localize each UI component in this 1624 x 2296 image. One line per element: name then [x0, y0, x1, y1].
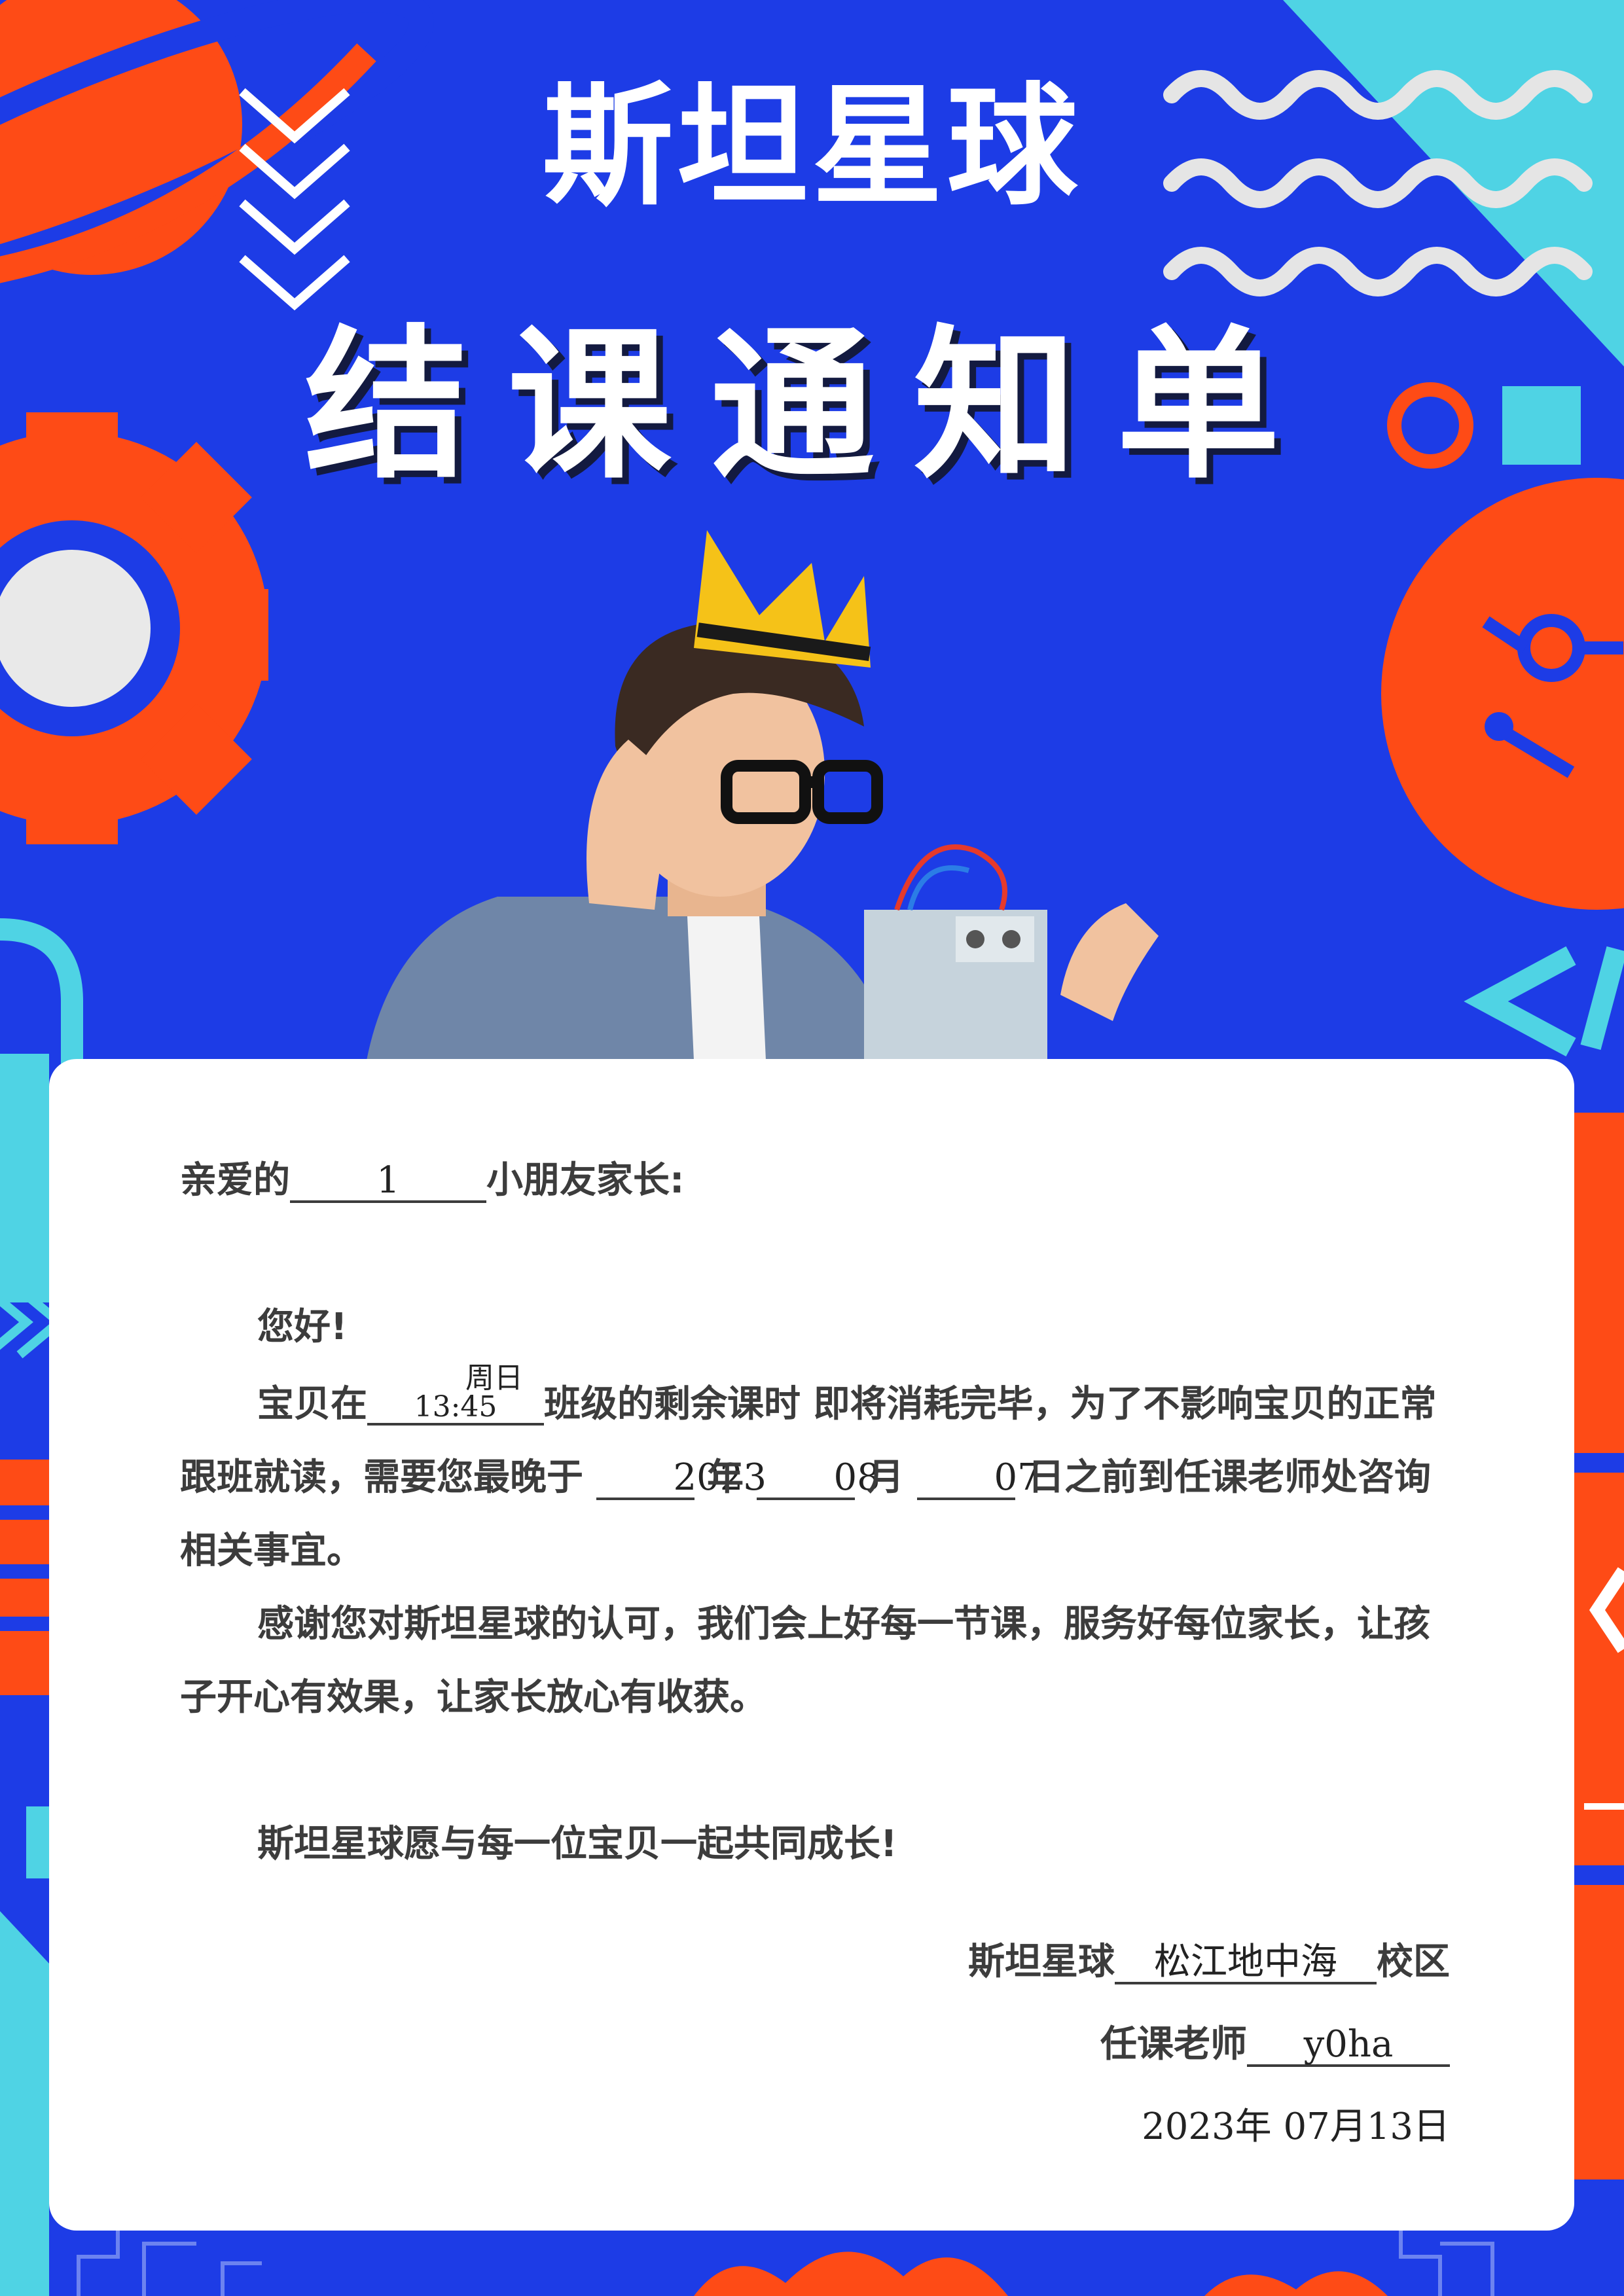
p1-prefix: 宝贝在: [257, 1383, 367, 1426]
deadline-day-field: 07: [916, 1460, 1041, 1500]
signature-teacher: 任课老师 y0ha: [1100, 2018, 1450, 2071]
signature-campus: 斯坦星球 松江地中海 校区: [968, 1936, 1450, 1988]
deadline-month-field: 08: [756, 1460, 880, 1500]
notice-card: 亲爱的 1 小朋友家长: 您好! 宝贝在周日 13:45 班级的剩余课时 即将消耗完毕…: [49, 1059, 1574, 2231]
notice-date: 2023年 07月13日: [1142, 2106, 1450, 2148]
signature-date: 2023年 07月13日: [1142, 2101, 1450, 2153]
paragraph-1: 宝贝在周日 13:45 班级的剩余课时 即将消耗完毕，为了不影响宝贝的正常跟班就读…: [180, 1364, 1450, 1588]
campus-suffix: 校区: [1377, 1941, 1450, 1983]
boy-with-robot-illustration: [367, 622, 1159, 1060]
brand-logo: 斯坦星球: [542, 71, 1082, 223]
circuit-circle-icon: [1381, 478, 1624, 910]
letter-body: 亲爱的 1 小朋友家长: 您好! 宝贝在周日 13:45 班级的剩余课时 即将消耗完毕…: [180, 1144, 1450, 1881]
teacher-name-field: y0ha: [1247, 2026, 1450, 2067]
salutation-suffix: 小朋友家长:: [486, 1159, 685, 1202]
child-name-field: 1: [290, 1162, 486, 1203]
greeting: 您好!: [257, 1306, 348, 1348]
page-title: 结课通知单: [304, 310, 1320, 501]
salutation-prefix: 亲爱的: [180, 1159, 290, 1202]
paragraph-3: 斯坦星球愿与每一位宝贝一起共同成长!: [257, 1823, 897, 1865]
paragraph-2: 感谢您对斯坦星球的认可，我们会上好每一节课，服务好每位家长，让孩子开心有效果，让…: [180, 1603, 1430, 1719]
campus-field: 松江地中海: [1115, 1944, 1377, 1984]
teacher-label: 任课老师: [1100, 2023, 1247, 2066]
deadline-year-field: 2023: [596, 1460, 767, 1500]
year-label: 年: [707, 1456, 744, 1499]
crown-icon: [694, 530, 871, 668]
month-label: 月: [867, 1456, 904, 1499]
signature-brand: 斯坦星球: [968, 1941, 1115, 1983]
salutation: 亲爱的 1 小朋友家长:: [180, 1144, 1450, 1217]
class-time-field: 周日 13:45: [367, 1364, 544, 1426]
code-brackets-icon: [1464, 946, 1624, 1057]
robot-kit-icon: [864, 844, 1047, 1060]
